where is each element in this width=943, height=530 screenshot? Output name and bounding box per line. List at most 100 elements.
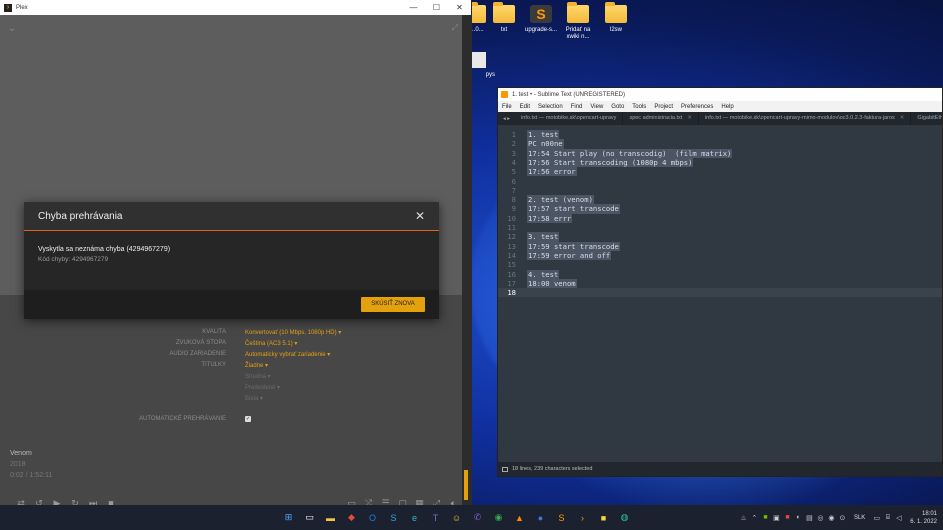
menu-project[interactable]: Project (650, 104, 677, 110)
setting-value[interactable]: Konvertovať (10 Mbps, 1080p HD) ▾ (245, 329, 341, 336)
plex-icon[interactable]: › (572, 509, 593, 526)
vlc-icon[interactable]: ▲ (509, 509, 530, 526)
task-view-icon[interactable]: ▭ (299, 509, 320, 526)
autoplay-checkbox[interactable]: ✓ (245, 416, 251, 422)
line-text: 17:59 error and off (527, 250, 612, 261)
setting-value[interactable]: Žiadne ▾ (245, 362, 268, 369)
setting-autoplay[interactable]: AUTOMATICKÉ PREHRÁVANIE ✓ (0, 416, 462, 427)
outlook-icon[interactable]: O (362, 509, 383, 526)
setting-subtitles[interactable]: TITULKY Žiadne ▾ (0, 362, 462, 373)
line-text: 17:58 errr (527, 213, 573, 223)
editor-line[interactable]: 18 (498, 288, 942, 298)
editor[interactable]: 1 1. test 2 PC n00ne 3 17:54 Start play (no t… (498, 126, 942, 462)
clock-date: 6. 1. 2022 (910, 518, 937, 525)
menu-view[interactable]: View (586, 104, 607, 110)
menu-goto[interactable]: Goto (607, 104, 628, 110)
tab-info-faktura[interactable]: info.txt — motobike.sk\opencart-upravy-m… (699, 112, 912, 125)
tray-app-icon[interactable]: ▤ (804, 514, 815, 522)
tray-app-icon[interactable]: ⊙ (837, 514, 848, 522)
sublime-file-icon: S (530, 5, 552, 23)
line-text: 4. test (527, 269, 560, 279)
playback-time: 0:02 / 1:52:11 (10, 472, 53, 479)
taskbar: ⊞ ▭ ▬ ◆ O Se T ☺ ✆ ◉ ▲ ● S › ■ ◍ ♨ ⌃ ■ ▣ ■ ◐ ▤ ◎ ◉ ⊙ SL… (0, 505, 943, 530)
start-icon[interactable]: ⊞ (278, 509, 299, 526)
menu-file[interactable]: File (498, 104, 516, 110)
display-icon[interactable]: ▭ (871, 514, 882, 522)
language-indicator[interactable]: SLK (848, 515, 871, 521)
line-number: 9 (511, 204, 516, 214)
tray-app-icon[interactable]: ◉ (826, 514, 837, 522)
tray-app-icon[interactable]: ◐ (793, 514, 804, 521)
folder-icon (493, 2, 515, 23)
expand-icon[interactable]: ⤢ (452, 23, 458, 33)
nvidia-icon[interactable]: ■ (760, 514, 771, 521)
desktop-icon[interactable]: Pridať na xwiki n... (558, 2, 598, 41)
steam-icon[interactable]: ♨ (738, 514, 749, 522)
menu-bar: File Edit Selection Find View Goto Tools… (498, 101, 942, 112)
clock-time: 18:01 (921, 510, 937, 517)
menu-selection[interactable]: Selection (534, 104, 567, 110)
close-icon[interactable]: ✕ (415, 209, 425, 223)
plex-titlebar[interactable]: › Plex — ☐ ✕ (0, 0, 471, 15)
setting-audio-track[interactable]: ZVUKOVÁ STOPA Čeština (AC3 5.1) ▾ (0, 340, 462, 351)
tray-app-icon[interactable]: ▣ (771, 514, 782, 522)
desktop-icon[interactable]: txt (484, 2, 524, 34)
smiley-icon[interactable]: ☺ (446, 509, 467, 526)
sticky-notes-icon[interactable]: ■ (593, 509, 614, 526)
menu-help[interactable]: Help (717, 104, 737, 110)
panel-toggle-icon[interactable] (502, 466, 508, 472)
close-icon[interactable]: ✕ (900, 112, 905, 125)
menu-find[interactable]: Find (567, 104, 587, 110)
tab-label: info.txt — motobike.sk\opencart-upravy-m… (704, 115, 895, 121)
setting-audio-device[interactable]: AUDIO ZARIADENIE Automaticky vybrať zari… (0, 351, 462, 362)
tab-gigabit[interactable]: GigabitEthernet4/5.82 (911, 112, 942, 125)
tab-spec-administracia[interactable]: spec administracia.txt ✕ (623, 112, 699, 125)
setting-value[interactable]: Automaticky vybrať zariadenie ▾ (245, 351, 330, 358)
setting-value[interactable]: Čeština (AC3 5.1) ▾ (245, 340, 297, 347)
sublime-titlebar[interactable]: 1. test • - Sublime Text (UNREGISTERED) (498, 88, 942, 101)
explorer-icon[interactable]: ▬ (320, 509, 341, 526)
teams-icon[interactable]: T (425, 509, 446, 526)
desktop-icon-label: upgrade-s... (524, 27, 558, 33)
chevron-down-icon[interactable]: ⌄ (8, 23, 16, 34)
retry-button[interactable]: SKÚSIŤ ZNOVA (361, 297, 425, 312)
dialog-footer: SKÚSIŤ ZNOVA (24, 290, 439, 319)
network-icon[interactable]: ⌸ (882, 514, 893, 522)
setting-subtitle-size: Stredná ▾ (0, 373, 462, 384)
volume-slider[interactable] (462, 15, 472, 505)
close-icon[interactable]: ✕ (687, 112, 692, 125)
dialog-title: Chyba prehrávania (38, 210, 123, 222)
tab-info-motobike[interactable]: info.txt — motobike.sk\opencart-upravy (515, 112, 624, 125)
tray-app-icon[interactable]: ■ (782, 514, 793, 521)
menu-preferences[interactable]: Preferences (677, 104, 717, 110)
menu-tools[interactable]: Tools (628, 104, 650, 110)
sublime-icon[interactable]: S (551, 509, 572, 526)
plex-window-title: Plex (16, 4, 28, 11)
volume-slider-thumb[interactable] (464, 470, 468, 500)
edge-icon[interactable]: e (404, 509, 425, 526)
line-number: 12 (507, 232, 516, 242)
setting-label: AUTOMATICKÉ PREHRÁVANIE (138, 416, 226, 422)
viber-icon[interactable]: ✆ (467, 509, 488, 526)
volume-icon[interactable]: ◁ (893, 514, 904, 522)
tab-nav-icon[interactable]: ◂ ▸ (498, 116, 515, 122)
desktop-icon[interactable]: S upgrade-s... (521, 5, 561, 34)
error-code: Kód chyby: 4294967279 (38, 256, 109, 263)
menu-edit[interactable]: Edit (516, 104, 534, 110)
browser-icon[interactable]: ◍ (614, 509, 635, 526)
minimize-button[interactable]: — (402, 3, 425, 12)
chevron-up-icon[interactable]: ⌃ (749, 514, 760, 522)
maximize-button[interactable]: ☐ (425, 3, 448, 12)
line-number: 13 (507, 241, 516, 251)
chrome-icon[interactable]: ◉ (488, 509, 509, 526)
setting-quality[interactable]: KVALITA Konvertovať (10 Mbps, 1080p HD) … (0, 329, 462, 340)
desktop-icon-label: Pridať na xwiki n... (565, 27, 591, 40)
desktop-icon[interactable]: l2sw (596, 2, 636, 34)
line-number: 6 (511, 176, 516, 186)
close-button[interactable]: ✕ (448, 3, 471, 12)
clock[interactable]: 18:01 6. 1. 2022 (904, 510, 943, 526)
anydesk-icon[interactable]: ◆ (341, 509, 362, 526)
tray-app-icon[interactable]: ◎ (815, 514, 826, 522)
skype-icon[interactable]: S (383, 509, 404, 526)
app-icon[interactable]: ● (530, 509, 551, 526)
